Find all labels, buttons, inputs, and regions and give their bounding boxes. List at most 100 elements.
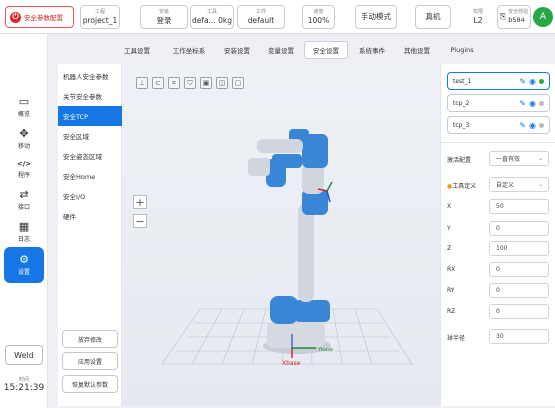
- robot-3d-viewport[interactable]: ⊥ ⊂ ⌗ ⛉ ▣ ◫ ▢ + − Xbase Ybase: [122, 64, 440, 406]
- tab-plugins[interactable]: Plugins: [442, 41, 482, 59]
- submenu-robot-safety[interactable]: 机器人安全参数: [58, 66, 122, 86]
- checksum-value: b584: [508, 16, 525, 25]
- trigger-value: 一直有效: [496, 156, 521, 163]
- eye-icon[interactable]: ◉: [529, 77, 536, 86]
- manual-mode-button[interactable]: 手动模式: [355, 5, 397, 29]
- nav-program-label: 程序: [17, 172, 30, 179]
- permission-value: L2: [473, 15, 483, 25]
- apply-settings-button[interactable]: 应用设置: [62, 352, 118, 370]
- clock: 15:21:39: [3, 383, 45, 393]
- project-selector[interactable]: 工程 project_1: [80, 5, 120, 29]
- safety-checksum[interactable]: ⎘ 安全校验 b584: [497, 5, 531, 29]
- ry-label: RY: [447, 287, 455, 294]
- speed-control[interactable]: 速度 100%: [302, 5, 335, 29]
- nav-overview-label: 概览: [17, 111, 30, 118]
- robot-scene: Xbase Ybase: [161, 129, 413, 367]
- nav-log-label: 日志: [17, 236, 30, 243]
- tab-system-events[interactable]: 系统事件: [352, 41, 392, 59]
- z-input[interactable]: 100: [489, 241, 549, 256]
- login-button[interactable]: 安装 登录: [140, 5, 188, 29]
- safety-config-label: 安全参数配置: [24, 14, 63, 22]
- safety-submenu: 机器人安全参数 关节安全参数 安全TCP 安全区域 安全姿态区域 安全Home …: [58, 64, 122, 406]
- chevron-down-icon: ⌄: [537, 155, 543, 162]
- manual-mode-label: 手动模式: [361, 12, 391, 22]
- rz-input[interactable]: 0: [489, 304, 549, 319]
- sphere-radius-input[interactable]: 30: [489, 329, 549, 344]
- rx-input[interactable]: 0: [489, 262, 549, 277]
- edit-icon[interactable]: ✎: [519, 77, 526, 86]
- submenu-safety-tcp[interactable]: 安全TCP: [58, 106, 122, 126]
- tool-values: defa... 0kg: [192, 17, 232, 25]
- discard-changes-button[interactable]: 放弃修改: [62, 330, 118, 348]
- nav-move[interactable]: ✥ 移动: [4, 123, 44, 155]
- trigger-select[interactable]: 一直有效 ⌄: [489, 151, 549, 166]
- top-bar: ⏻ 安全参数配置 工程 project_1 安装 登录 工具 defa... 0…: [0, 0, 555, 34]
- submenu-safety-home[interactable]: 安全Home: [58, 166, 122, 186]
- tool-def-select[interactable]: 自定义 ⌄: [489, 177, 549, 192]
- tool-caption: 工具: [206, 8, 217, 15]
- tcp-card-test1[interactable]: test_1 ✎ ◉: [447, 72, 550, 90]
- checksum-caption: 安全校验: [508, 9, 529, 16]
- rx-label: RX: [447, 266, 456, 273]
- clock-label: 时间: [18, 377, 29, 383]
- settings-tabs: 工具设置 工作坐标系 安装设置 变量设置 安全设置 系统事件 其他设置 Plug…: [58, 34, 555, 64]
- permission-level[interactable]: 权限 L2: [463, 5, 493, 29]
- submenu-hardware[interactable]: 硬件: [58, 206, 122, 226]
- x-input[interactable]: 50: [489, 199, 549, 214]
- tool-def-value: 自定义: [496, 182, 515, 189]
- nav-settings[interactable]: ⚙ 设置: [4, 247, 44, 283]
- tool-def-label: ●工具定义: [447, 181, 476, 190]
- submenu-safety-io[interactable]: 安全I/O: [58, 186, 122, 206]
- submenu-safety-zone[interactable]: 安全区域: [58, 126, 122, 146]
- gear-icon: ⚙: [19, 253, 29, 266]
- speed-caption: 速度: [313, 8, 324, 15]
- nav-program[interactable]: </> 程序: [4, 154, 44, 186]
- nav-interface[interactable]: ⇄ 接口: [4, 184, 44, 216]
- project-name: project_1: [82, 15, 118, 25]
- workpiece-selector[interactable]: 工件 default: [237, 5, 285, 29]
- safety-config-button[interactable]: ⏻ 安全参数配置: [5, 6, 74, 28]
- tab-tool-settings[interactable]: 工具设置: [118, 41, 156, 59]
- tcp-panel: test_1 ✎ ◉ tcp_2 ✎ ◉ tcp_3 ✎ ◉ 激活配置 一直有效…: [440, 64, 555, 406]
- x-label: X: [447, 203, 452, 210]
- swap-icon: ⇄: [19, 188, 29, 201]
- tcp-name: test_1: [453, 77, 472, 85]
- nav-overview[interactable]: ▭ 概览: [4, 91, 44, 123]
- trigger-label: 激活配置: [447, 157, 472, 164]
- ry-input[interactable]: 0: [489, 283, 549, 298]
- tcp-card-tcp3[interactable]: tcp_3 ✎ ◉: [447, 116, 550, 134]
- tool-selector[interactable]: 工具 defa... 0kg: [190, 5, 234, 29]
- permission-caption: 权限: [472, 8, 483, 15]
- y-input[interactable]: 0: [489, 221, 549, 236]
- nav-settings-label: 设置: [17, 269, 30, 276]
- move-icon: ✥: [19, 127, 29, 140]
- tab-install-settings[interactable]: 安装设置: [218, 41, 256, 59]
- tab-other-settings[interactable]: 其他设置: [398, 41, 436, 59]
- calendar-icon: ▦: [18, 220, 30, 233]
- eye-icon[interactable]: ◉: [529, 121, 536, 130]
- real-robot-label: 真机: [425, 12, 441, 22]
- tcp-card-tcp2[interactable]: tcp_2 ✎ ◉: [447, 94, 550, 112]
- avatar[interactable]: A: [533, 7, 553, 27]
- real-robot-button[interactable]: 真机: [415, 5, 451, 29]
- tcp-name: tcp_2: [453, 99, 470, 107]
- tab-variable-settings[interactable]: 变量设置: [262, 41, 300, 59]
- tab-safety-settings[interactable]: 安全设置: [304, 41, 348, 59]
- eye-icon[interactable]: ◉: [529, 99, 536, 108]
- status-dot: [539, 100, 544, 106]
- status-dot: [539, 122, 544, 128]
- tab-work-coordinate[interactable]: 工作坐标系: [166, 41, 212, 59]
- project-caption: 工程: [94, 8, 105, 15]
- app-root: ⏻ 安全参数配置 工程 project_1 安装 登录 工具 defa... 0…: [0, 0, 555, 408]
- edit-icon[interactable]: ✎: [519, 99, 526, 108]
- tcp-name: tcp_3: [453, 121, 470, 129]
- nav-log[interactable]: ▦ 日志: [4, 216, 44, 248]
- submenu-safety-pose-zone[interactable]: 安全姿态区域: [58, 146, 122, 166]
- edit-icon[interactable]: ✎: [519, 121, 526, 130]
- speed-value: 100%: [307, 15, 330, 25]
- rz-label: RZ: [447, 308, 456, 315]
- sphere-radius-label: 球半径: [447, 335, 466, 342]
- submenu-joint-safety[interactable]: 关节安全参数: [58, 86, 122, 106]
- restore-defaults-button[interactable]: 恢复默认参数: [62, 375, 118, 393]
- weld-button[interactable]: Weld: [5, 345, 43, 365]
